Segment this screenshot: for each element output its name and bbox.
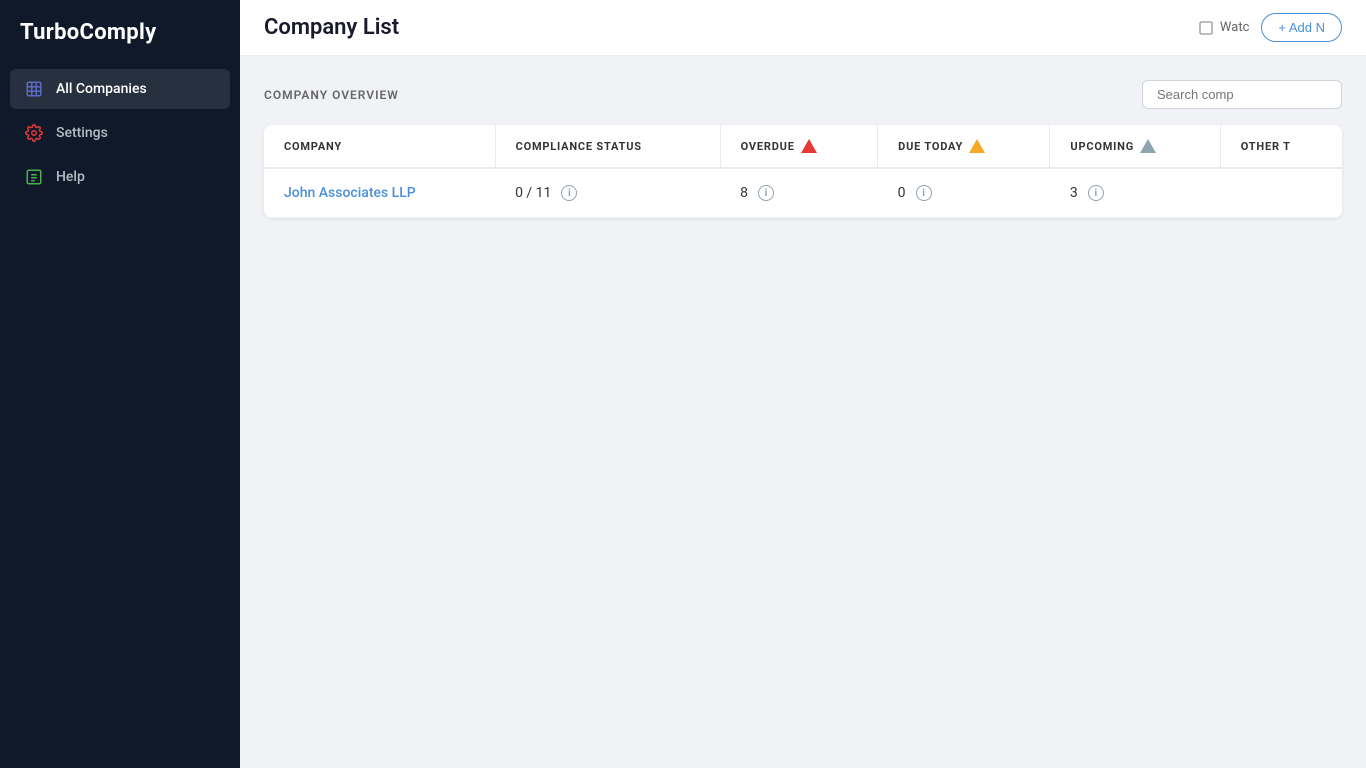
overdue-label-text: OVERDUE bbox=[741, 140, 795, 153]
col-other: OTHER T bbox=[1220, 125, 1342, 168]
upcoming-value: 3 i bbox=[1070, 185, 1200, 201]
triangle-yellow-icon bbox=[969, 139, 985, 153]
col-compliance-status-label: COMPLIANCE STATUS bbox=[516, 140, 642, 153]
cell-other bbox=[1220, 168, 1342, 218]
col-due-today-label: DUE TODAY bbox=[898, 139, 985, 153]
app-logo: TurboComply bbox=[0, 0, 240, 69]
cell-company: John Associates LLP bbox=[264, 168, 495, 218]
help-icon bbox=[24, 167, 44, 187]
main-area: Company List Watc + Add N COMPANY OVERVI… bbox=[240, 0, 1366, 768]
overdue-value: 8 i bbox=[740, 185, 858, 201]
col-compliance-status: COMPLIANCE STATUS bbox=[495, 125, 720, 168]
cell-due-today: 0 i bbox=[878, 168, 1050, 218]
watchtower-button[interactable]: Watc bbox=[1198, 20, 1249, 36]
due-today-text: 0 bbox=[898, 185, 906, 201]
compliance-info-icon[interactable]: i bbox=[561, 185, 577, 201]
col-overdue: OVERDUE bbox=[720, 125, 878, 168]
overdue-info-icon[interactable]: i bbox=[758, 185, 774, 201]
sidebar-item-all-companies[interactable]: All Companies bbox=[10, 69, 230, 109]
due-today-label-text: DUE TODAY bbox=[898, 140, 963, 153]
upcoming-info-icon[interactable]: i bbox=[1088, 185, 1104, 201]
col-overdue-label: OVERDUE bbox=[741, 139, 817, 153]
company-table: COMPANY COMPLIANCE STATUS OVERDUE bbox=[264, 125, 1342, 218]
col-company-label: COMPANY bbox=[284, 140, 342, 153]
section-header: COMPANY OVERVIEW bbox=[264, 80, 1342, 109]
table: COMPANY COMPLIANCE STATUS OVERDUE bbox=[264, 125, 1342, 218]
search-input[interactable] bbox=[1142, 80, 1342, 109]
watchtower-label: Watc bbox=[1220, 20, 1249, 35]
sidebar-nav: All Companies Settings Help bbox=[0, 69, 240, 197]
upcoming-label-text: UPCOMING bbox=[1070, 140, 1134, 153]
watchtower-icon bbox=[1198, 20, 1214, 36]
building-icon bbox=[24, 79, 44, 99]
cell-overdue: 8 i bbox=[720, 168, 878, 218]
col-other-label: OTHER T bbox=[1241, 140, 1291, 153]
topbar: Company List Watc + Add N bbox=[240, 0, 1366, 56]
col-upcoming: UPCOMING bbox=[1050, 125, 1220, 168]
section-title: COMPANY OVERVIEW bbox=[264, 88, 399, 102]
col-upcoming-label: UPCOMING bbox=[1070, 139, 1156, 153]
page-title: Company List bbox=[264, 15, 399, 40]
overdue-text: 8 bbox=[740, 185, 748, 201]
add-button[interactable]: + Add N bbox=[1261, 13, 1342, 42]
table-row: John Associates LLP 0 / 11 i 8 i bbox=[264, 168, 1342, 218]
sidebar: TurboComply All Companies Settings bbox=[0, 0, 240, 768]
due-today-info-icon[interactable]: i bbox=[916, 185, 932, 201]
sidebar-item-help[interactable]: Help bbox=[10, 157, 230, 197]
upcoming-text: 3 bbox=[1070, 185, 1078, 201]
content-area: COMPANY OVERVIEW COMPANY COMPLIANCE STAT… bbox=[240, 56, 1366, 768]
gear-icon bbox=[24, 123, 44, 143]
cell-compliance-status: 0 / 11 i bbox=[495, 168, 720, 218]
table-header-row: COMPANY COMPLIANCE STATUS OVERDUE bbox=[264, 125, 1342, 168]
cell-upcoming: 3 i bbox=[1050, 168, 1220, 218]
triangle-gray-icon bbox=[1140, 139, 1156, 153]
due-today-value: 0 i bbox=[898, 185, 1030, 201]
sidebar-item-label: Settings bbox=[56, 125, 108, 141]
sidebar-item-settings[interactable]: Settings bbox=[10, 113, 230, 153]
compliance-status-text: 0 / 11 bbox=[515, 185, 551, 201]
triangle-red-icon bbox=[801, 139, 817, 153]
sidebar-item-label: Help bbox=[56, 169, 85, 185]
topbar-actions: Watc + Add N bbox=[1198, 13, 1342, 42]
col-due-today: DUE TODAY bbox=[878, 125, 1050, 168]
compliance-status-value: 0 / 11 i bbox=[515, 185, 700, 201]
sidebar-item-label: All Companies bbox=[56, 81, 147, 97]
col-company: COMPANY bbox=[264, 125, 495, 168]
company-link[interactable]: John Associates LLP bbox=[284, 185, 416, 201]
